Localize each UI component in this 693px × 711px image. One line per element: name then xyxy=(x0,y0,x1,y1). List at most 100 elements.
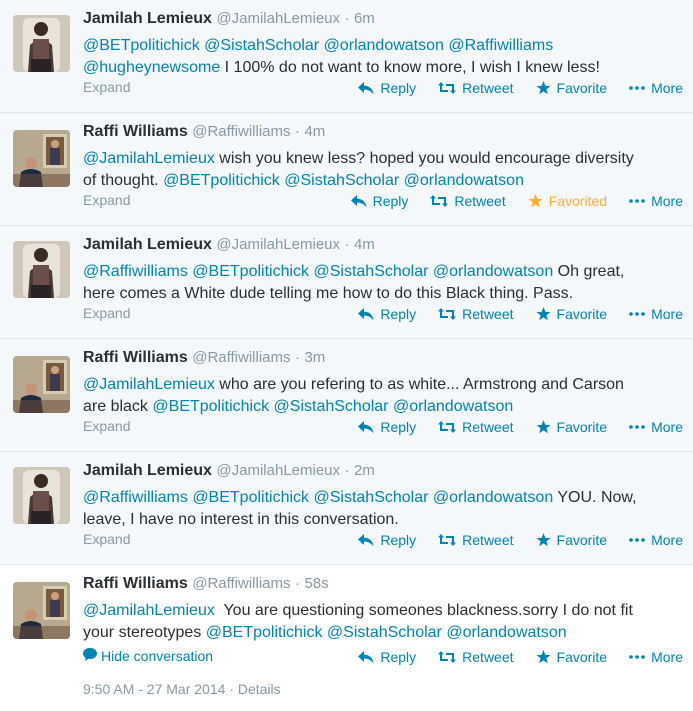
reply-button[interactable]: Reply xyxy=(358,532,416,548)
avatar[interactable] xyxy=(13,241,70,298)
tweet[interactable]: Raffi Williams @Raffiwilliams · 58s @Jam… xyxy=(0,565,693,711)
display-name[interactable]: Jamilah Lemieux xyxy=(83,236,212,253)
mention-link[interactable]: @orlandowatson xyxy=(393,398,513,415)
mention-link[interactable]: @BETpolitichick xyxy=(192,489,309,506)
username-handle[interactable]: @Raffiwilliams xyxy=(192,123,290,140)
tweet-header: Raffi Williams @Raffiwilliams · 3m xyxy=(83,349,325,367)
mention-link[interactable]: @Raffiwilliams xyxy=(448,37,553,54)
avatar[interactable] xyxy=(13,467,70,524)
retweet-button[interactable]: Retweet xyxy=(438,532,514,548)
separator-dot: · xyxy=(294,349,300,366)
reply-button[interactable]: Reply xyxy=(350,193,408,209)
retweet-button[interactable]: Retweet xyxy=(430,193,506,209)
retweet-button[interactable]: Retweet xyxy=(438,80,514,96)
favorite-label: Favorite xyxy=(556,419,608,435)
mention-link[interactable]: @orlandowatson xyxy=(433,489,553,506)
more-button[interactable]: More xyxy=(629,193,683,209)
favorite-button[interactable]: Favorite xyxy=(536,649,607,665)
tweet-timestamp[interactable]: 58s xyxy=(304,575,328,592)
username-handle[interactable]: @Raffiwilliams xyxy=(192,349,290,366)
hide-conversation-link[interactable]: Hide conversation xyxy=(83,648,213,664)
avatar[interactable] xyxy=(13,130,70,187)
more-button[interactable]: More xyxy=(629,80,683,96)
mention-link[interactable]: @orlandowatson xyxy=(404,172,524,189)
retweet-button[interactable]: Retweet xyxy=(438,306,514,322)
username-handle[interactable]: @JamilahLemieux xyxy=(216,462,340,479)
favorite-button[interactable]: Favorite xyxy=(536,80,607,96)
display-name[interactable]: Raffi Williams xyxy=(83,123,188,140)
tweet-timestamp[interactable]: 4m xyxy=(354,236,375,253)
expand-link[interactable]: Expand xyxy=(83,192,130,208)
favorite-button[interactable]: Favorite xyxy=(536,419,608,435)
avatar[interactable] xyxy=(13,15,70,72)
tweet[interactable]: Jamilah Lemieux @JamilahLemieux · 6m @BE… xyxy=(0,0,693,113)
tweet-text-segment: who are you refering to as white... Arms… xyxy=(214,376,624,393)
mention-link[interactable]: @JamilahLemieux xyxy=(83,150,215,167)
mention-link[interactable]: @BETpolitichick xyxy=(192,263,309,280)
reply-icon xyxy=(358,533,374,547)
reply-icon xyxy=(358,420,374,434)
mention-link[interactable]: @BETpolitichick xyxy=(152,398,269,415)
mention-link[interactable]: @BETpolitichick xyxy=(163,172,280,189)
more-dots-icon xyxy=(629,538,645,542)
display-name[interactable]: Raffi Williams xyxy=(83,349,188,366)
mention-link[interactable]: @orlandowatson xyxy=(433,263,553,280)
retweet-icon xyxy=(438,82,457,94)
mention-link[interactable]: @JamilahLemieux xyxy=(83,602,215,619)
mention-link[interactable]: @SistahScholar xyxy=(204,37,319,54)
tweet-timestamp[interactable]: 3m xyxy=(304,349,325,366)
more-button[interactable]: More xyxy=(629,532,683,548)
details-link[interactable]: Details xyxy=(238,681,281,697)
tweet[interactable]: Raffi Williams @Raffiwilliams · 3m @Jami… xyxy=(0,339,693,452)
mention-link[interactable]: @SistahScholar xyxy=(274,398,389,415)
favorited-button[interactable]: Favorited xyxy=(528,193,607,209)
mention-link[interactable]: @BETpolitichick xyxy=(83,37,200,54)
mention-link[interactable]: @Raffiwilliams xyxy=(83,489,188,506)
tweet-timestamp[interactable]: 6m xyxy=(354,10,375,27)
avatar[interactable] xyxy=(13,582,70,639)
mention-link[interactable]: @hugheynewsome xyxy=(83,59,220,76)
more-button[interactable]: More xyxy=(629,306,683,322)
reply-button[interactable]: Reply xyxy=(358,80,416,96)
mention-link[interactable]: @SistahScholar xyxy=(327,624,442,641)
expand-link[interactable]: Expand xyxy=(83,531,130,547)
more-dots-icon xyxy=(629,86,645,90)
expand-link[interactable]: Expand xyxy=(83,305,130,321)
avatar[interactable] xyxy=(13,356,70,413)
username-handle[interactable]: @JamilahLemieux xyxy=(216,236,340,253)
favorite-button[interactable]: Favorite xyxy=(536,306,607,322)
expand-link[interactable]: Expand xyxy=(83,418,130,434)
tweet-header: Jamilah Lemieux @JamilahLemieux · 4m xyxy=(83,236,375,254)
tweet-text-line-2: here comes a White dude telling me how t… xyxy=(83,283,683,305)
more-button[interactable]: More xyxy=(629,649,683,665)
mention-link[interactable]: @JamilahLemieux xyxy=(83,376,215,393)
retweet-button[interactable]: Retweet xyxy=(438,419,514,435)
display-name[interactable]: Jamilah Lemieux xyxy=(83,462,212,479)
display-name[interactable]: Jamilah Lemieux xyxy=(83,10,212,27)
reply-button[interactable]: Reply xyxy=(358,649,416,665)
reply-button[interactable]: Reply xyxy=(358,419,416,435)
username-handle[interactable]: @Raffiwilliams xyxy=(192,575,290,592)
tweet-timestamp[interactable]: 2m xyxy=(354,462,375,479)
username-handle[interactable]: @JamilahLemieux xyxy=(216,10,340,27)
tweet-timestamp[interactable]: 4m xyxy=(304,123,325,140)
tweet[interactable]: Raffi Williams @Raffiwilliams · 4m @Jami… xyxy=(0,113,693,226)
mention-link[interactable]: @SistahScholar xyxy=(284,172,399,189)
more-button[interactable]: More xyxy=(629,419,683,435)
mention-link[interactable]: @orlandowatson xyxy=(446,624,566,641)
reply-button[interactable]: Reply xyxy=(358,306,416,322)
tweet-text: @JamilahLemieux who are you refering to … xyxy=(83,374,683,418)
mention-link[interactable]: @Raffiwilliams xyxy=(83,263,188,280)
tweet-text-segment: wish you knew less? hoped you would enco… xyxy=(214,150,634,167)
mention-link[interactable]: @orlandowatson xyxy=(324,37,444,54)
tweet[interactable]: Jamilah Lemieux @JamilahLemieux · 4m @Ra… xyxy=(0,226,693,339)
full-timestamp[interactable]: 9:50 AM - 27 Mar 2014 xyxy=(83,681,225,697)
display-name[interactable]: Raffi Williams xyxy=(83,575,188,592)
favorite-button[interactable]: Favorite xyxy=(536,532,607,548)
mention-link[interactable]: @SistahScholar xyxy=(313,489,428,506)
mention-link[interactable]: @SistahScholar xyxy=(313,263,428,280)
tweet[interactable]: Jamilah Lemieux @JamilahLemieux · 2m @Ra… xyxy=(0,452,693,565)
retweet-button[interactable]: Retweet xyxy=(438,649,514,665)
mention-link[interactable]: @BETpolitichick xyxy=(206,624,323,641)
expand-link[interactable]: Expand xyxy=(83,79,130,95)
